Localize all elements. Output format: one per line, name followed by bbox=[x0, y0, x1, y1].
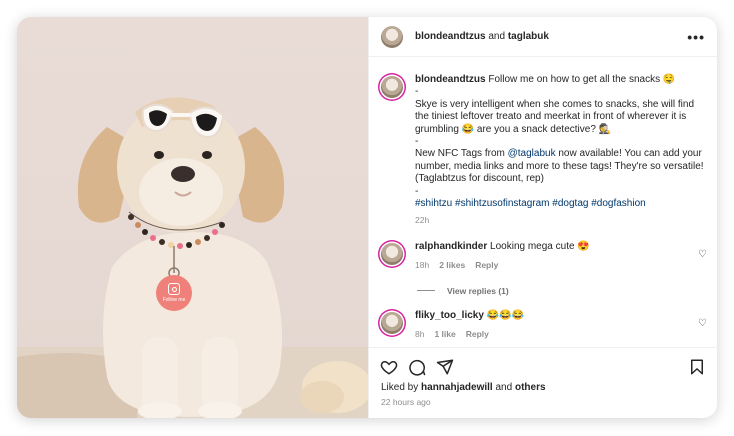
caption-author-avatar[interactable] bbox=[381, 76, 403, 98]
comment-like-heart-icon[interactable]: ♡ bbox=[698, 318, 707, 329]
more-options-icon[interactable]: ••• bbox=[687, 29, 705, 45]
caption-separator: - bbox=[415, 136, 419, 148]
hashtags[interactable]: #shihtzu #shihtzusofinstagram #dogtag #d… bbox=[415, 198, 705, 210]
liked-by-prefix: Liked by bbox=[381, 382, 419, 393]
caption-line1: Follow me on how to get all the snacks 🤤 bbox=[488, 74, 676, 85]
comment-bubble-icon[interactable] bbox=[408, 358, 426, 376]
action-bar bbox=[369, 348, 717, 376]
comment-likes[interactable]: 1 like bbox=[434, 329, 455, 339]
view-replies-button[interactable]: View replies (1) bbox=[369, 286, 717, 296]
liked-by: Liked by hannahjadewill and others bbox=[369, 376, 717, 393]
caption-paragraph-1: Skye is very intelligent when she comes … bbox=[415, 98, 695, 135]
tag-text: Follow me bbox=[162, 297, 186, 303]
comment-text: 😂😂😂 bbox=[486, 309, 525, 321]
post-timestamp[interactable]: 22 hours ago bbox=[369, 393, 717, 407]
comment-reply-button[interactable]: Reply bbox=[475, 260, 498, 270]
comment-item: fliky_too_licky 😂😂😂 8h 1 like Reply ♡ bbox=[369, 296, 717, 341]
comment-likes[interactable]: 2 likes bbox=[439, 260, 465, 270]
and-text: and bbox=[488, 31, 506, 42]
view-replies-label: View replies (1) bbox=[447, 285, 509, 296]
commenter-avatar[interactable] bbox=[381, 242, 403, 265]
comment-text: Looking mega cute 😍 bbox=[490, 240, 590, 252]
liked-by-and: and bbox=[495, 382, 513, 393]
author-avatar[interactable] bbox=[381, 25, 403, 48]
comment-body: fliky_too_licky 😂😂😂 8h 1 like Reply bbox=[415, 310, 705, 341]
share-send-icon[interactable] bbox=[436, 358, 454, 376]
nfc-tag: Follow me bbox=[156, 275, 192, 311]
comment-body: ralphandkinder Looking mega cute 😍 18h 2 … bbox=[415, 241, 705, 272]
collaborator-username[interactable]: taglabuk bbox=[508, 31, 549, 42]
comment-meta: 8h 1 like Reply bbox=[415, 328, 705, 340]
comment-like-heart-icon[interactable]: ♡ bbox=[698, 249, 707, 260]
post-side-panel: blondeandtzus and taglabuk ••• blondeand… bbox=[368, 17, 717, 418]
caption-separator: - bbox=[415, 86, 419, 98]
dog-photo-illustration bbox=[17, 97, 368, 418]
author-username[interactable]: blondeandtzus bbox=[415, 31, 486, 42]
comment-time: 8h bbox=[415, 329, 425, 340]
post-header: blondeandtzus and taglabuk ••• bbox=[369, 17, 717, 57]
instagram-logo-icon bbox=[168, 283, 180, 295]
comment-username[interactable]: ralphandkinder bbox=[415, 241, 487, 252]
post-photo[interactable]: Follow me bbox=[17, 17, 368, 418]
save-bookmark-icon[interactable] bbox=[688, 358, 706, 376]
post-card: Follow me blondeandtzus and taglabuk •••… bbox=[17, 17, 717, 418]
comment-username[interactable]: fliky_too_licky bbox=[415, 310, 484, 321]
caption-body: blondeandtzus Follow me on how to get al… bbox=[415, 74, 705, 227]
liked-by-others[interactable]: others bbox=[515, 382, 546, 393]
replies-line bbox=[417, 290, 435, 292]
commenter-avatar[interactable] bbox=[381, 311, 403, 334]
comment-reply-button[interactable]: Reply bbox=[466, 329, 489, 339]
post-actions: Liked by hannahjadewill and others 22 ho… bbox=[369, 347, 717, 418]
caption: blondeandtzus Follow me on how to get al… bbox=[369, 57, 717, 227]
comments-scroll-area[interactable]: blondeandtzus Follow me on how to get al… bbox=[369, 57, 717, 347]
mention-link[interactable]: @taglabuk bbox=[508, 148, 556, 159]
post-authors: blondeandtzus and taglabuk bbox=[415, 31, 549, 42]
comment-meta: 18h 2 likes Reply bbox=[415, 259, 705, 271]
caption-separator: - bbox=[415, 185, 419, 197]
like-heart-icon[interactable] bbox=[380, 358, 398, 376]
comment-item: ralphandkinder Looking mega cute 😍 18h 2 … bbox=[369, 227, 717, 272]
caption-username[interactable]: blondeandtzus bbox=[415, 74, 486, 85]
caption-text: New NFC Tags from bbox=[415, 148, 508, 160]
caption-time: 22h bbox=[415, 215, 430, 226]
liked-by-user[interactable]: hannahjadewill bbox=[421, 382, 493, 393]
caption-paragraph-2: New NFC Tags from @taglabuk now availabl… bbox=[415, 148, 705, 185]
comment-time: 18h bbox=[415, 260, 430, 271]
